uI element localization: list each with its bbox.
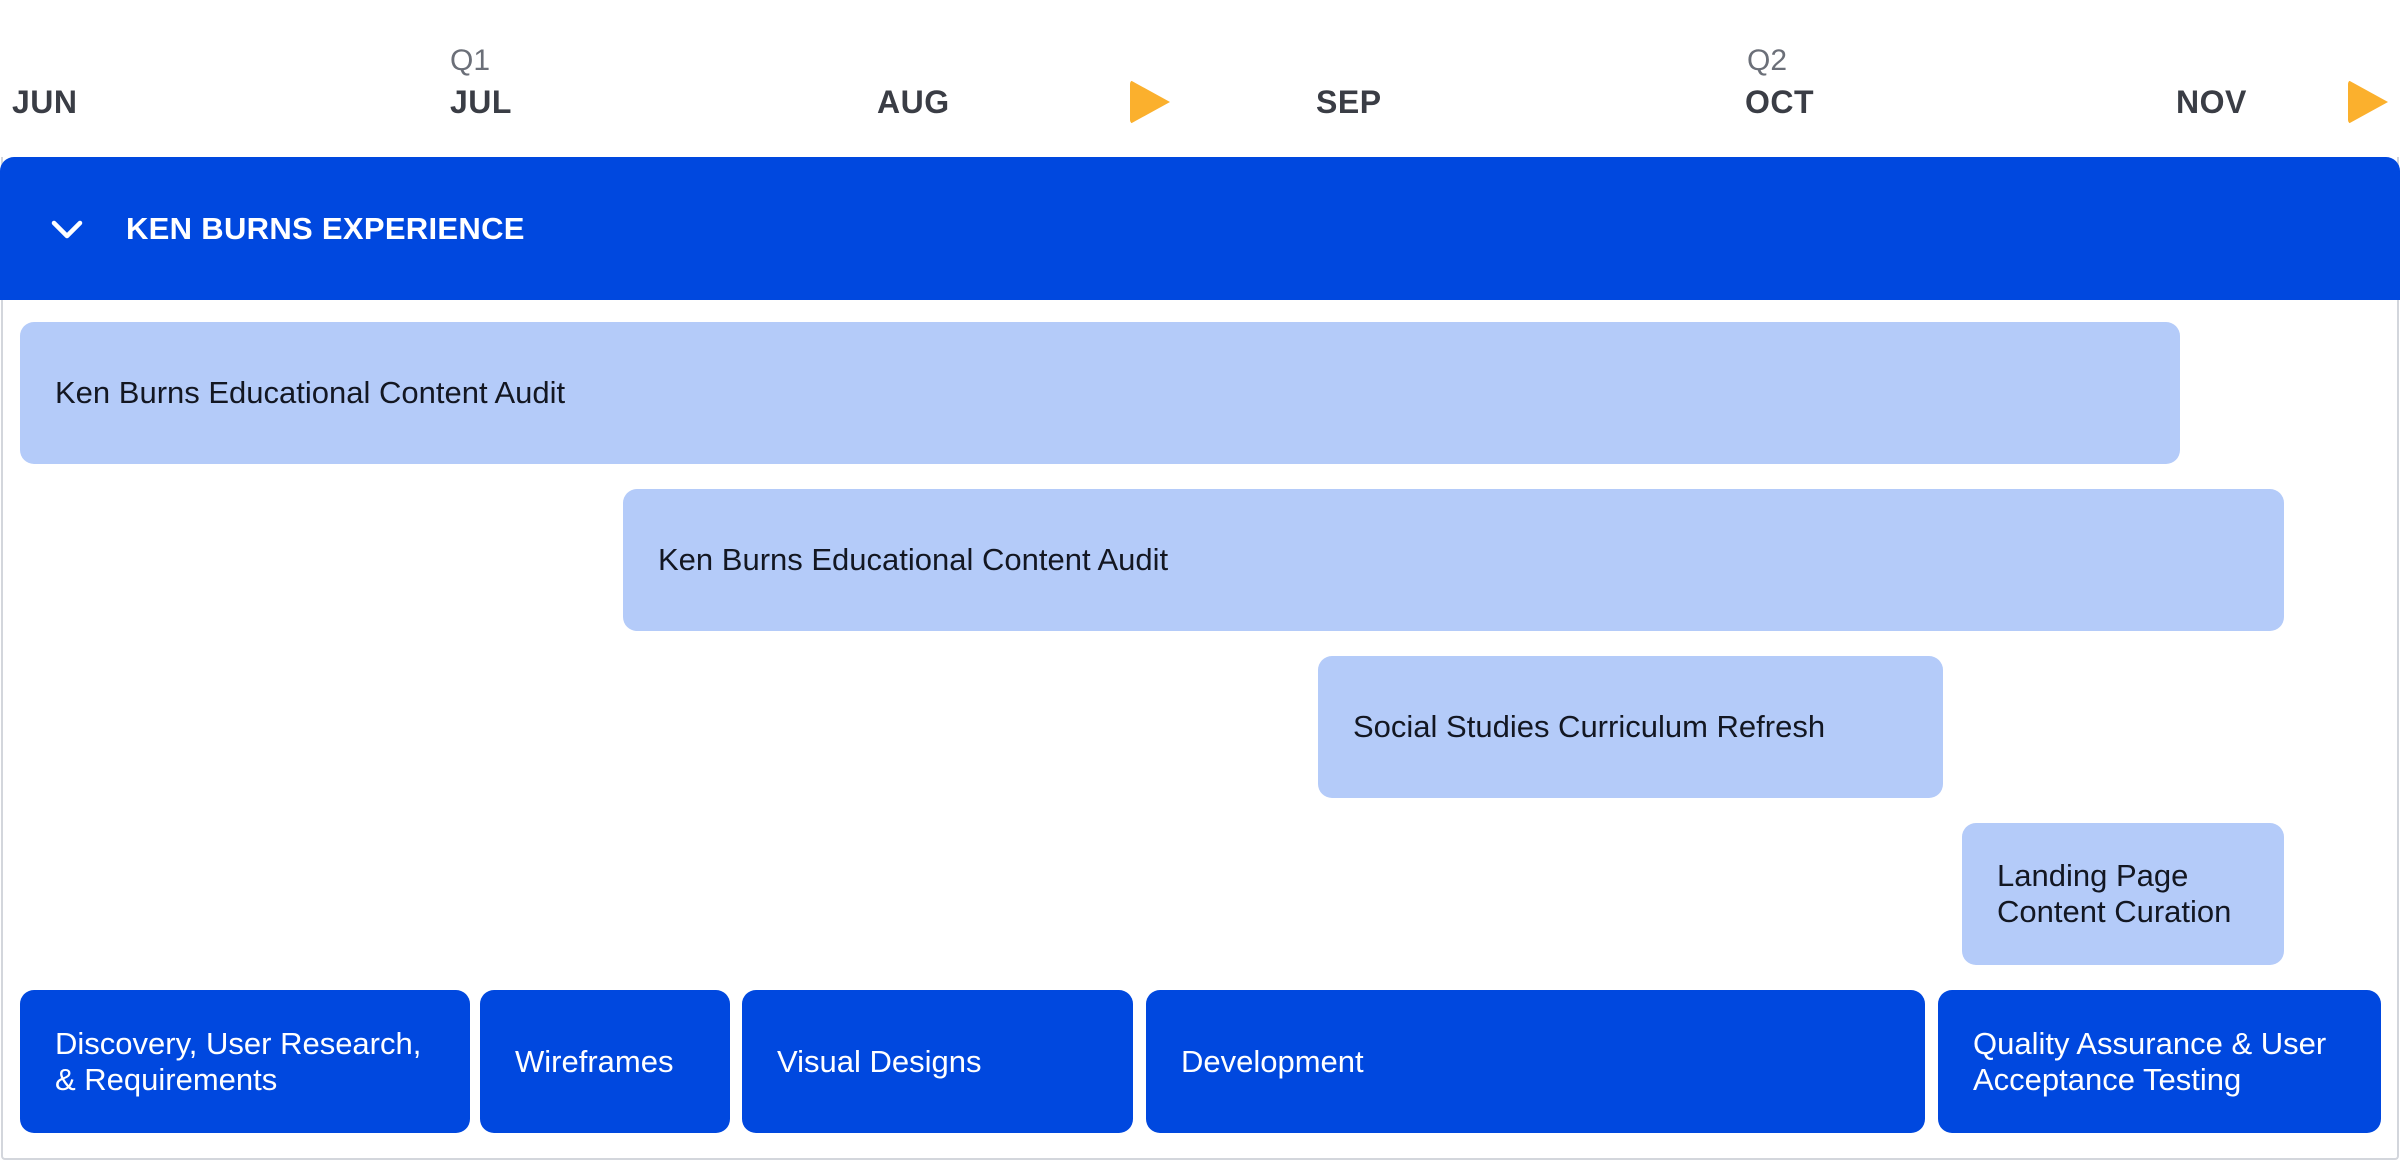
month-label-jun: JUN — [12, 84, 78, 120]
month-label-jul: JUL — [450, 84, 512, 120]
chevron-down-icon[interactable] — [50, 213, 84, 247]
initiative-label: Ken Burns Educational Content Audit — [658, 542, 1169, 577]
milestone-marker-icon[interactable] — [1130, 80, 1170, 124]
month-label-aug: AUG — [877, 84, 950, 120]
month-label-oct: OCT — [1745, 84, 1815, 120]
phase-label: Quality Assurance & User Acceptance Test… — [1973, 1025, 2327, 1097]
quarter-label-q1: Q1 — [450, 44, 491, 77]
phase-label: Wireframes — [515, 1043, 674, 1079]
group-header[interactable]: KEN BURNS EXPERIENCE — [0, 157, 2400, 300]
initiative-label: Ken Burns Educational Content Audit — [55, 375, 566, 410]
quarter-label-q2: Q2 — [1747, 44, 1788, 77]
initiative-bar[interactable]: Landing Page Content Curation — [1962, 823, 2284, 965]
initiative-label: Social Studies Curriculum Refresh — [1353, 709, 1826, 744]
initiative-bar[interactable]: Ken Burns Educational Content Audit — [623, 489, 2284, 631]
initiative-bar[interactable]: Ken Burns Educational Content Audit — [20, 322, 2180, 464]
phase-label: Development — [1181, 1043, 1364, 1079]
phase-bar-wireframes[interactable]: Wireframes — [480, 990, 730, 1133]
phase-label: Discovery, User Research, & Requirements — [55, 1025, 422, 1097]
phase-bar-visual-designs[interactable]: Visual Designs — [742, 990, 1133, 1133]
milestone-marker-icon[interactable] — [2348, 80, 2388, 124]
phase-bar-discovery[interactable]: Discovery, User Research, & Requirements — [20, 990, 470, 1133]
initiative-bar[interactable]: Social Studies Curriculum Refresh — [1318, 656, 1943, 798]
phase-bar-development[interactable]: Development — [1146, 990, 1925, 1133]
group-title: KEN BURNS EXPERIENCE — [126, 211, 525, 246]
timeline-header: Q1 Q2 JUN JUL AUG SEP OCT NOV — [0, 0, 2400, 150]
month-label-sep: SEP — [1316, 84, 1382, 120]
phase-bar-qa-uat[interactable]: Quality Assurance & User Acceptance Test… — [1938, 990, 2381, 1133]
month-label-nov: NOV — [2176, 84, 2247, 120]
phase-label: Visual Designs — [777, 1043, 982, 1079]
initiative-label: Landing Page Content Curation — [1997, 858, 2232, 929]
